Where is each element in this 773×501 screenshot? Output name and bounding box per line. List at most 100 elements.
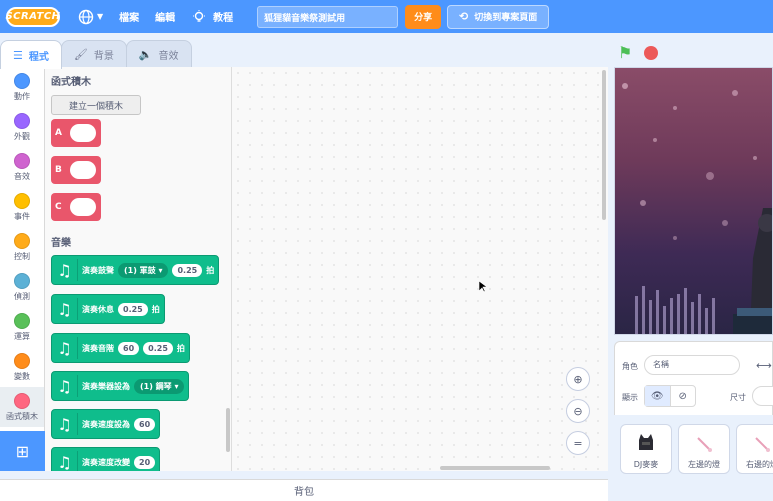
events-dot-icon: [14, 192, 30, 209]
file-menu[interactable]: 檔案: [111, 0, 147, 33]
beats-input[interactable]: 0.25: [143, 341, 173, 355]
tab-backdrops-label: 背景: [93, 51, 114, 62]
globe-icon: [78, 9, 94, 24]
switch-icon: ⟲: [459, 10, 469, 23]
visibility-toggle: 👁 ⊘: [644, 385, 696, 407]
category-motion[interactable]: 動作: [0, 67, 44, 107]
add-extension-button[interactable]: ⊞: [0, 431, 45, 471]
language-menu[interactable]: ▼: [70, 0, 111, 33]
scratch-logo[interactable]: SCRATCH: [5, 6, 60, 27]
zoom-out-button[interactable]: ⊖: [566, 399, 590, 423]
palette-scrollbar[interactable]: [226, 408, 230, 452]
see-project-page-button[interactable]: ⟲ 切換到專案頁面: [447, 4, 550, 29]
music-heading: 音樂: [51, 238, 71, 249]
backpack[interactable]: 背包: [0, 479, 608, 501]
add-extension-icon: ⊞: [15, 441, 30, 461]
chevron-down-icon: ▼: [97, 12, 104, 21]
zoom-out-icon: ⊖: [573, 404, 583, 418]
sprite-tile[interactable]: 左邊的燈: [678, 424, 730, 474]
instrument-dropdown[interactable]: (1) 鋼琴 ▾: [134, 378, 185, 394]
script-vertical-scrollbar[interactable]: [602, 70, 606, 220]
script-area[interactable]: [232, 67, 608, 471]
size-label: 尺寸: [730, 393, 746, 402]
set-tempo-block[interactable]: ♫ 演奏速度設為 60: [51, 409, 161, 439]
block-label: A: [55, 128, 62, 138]
category-menu: 動作 外觀 音效 事件 控制 偵測 運算 變數 函式積木 ♫音樂: [0, 67, 45, 459]
set-instrument-block[interactable]: ♫ 演奏樂器設為 (1) 鋼琴 ▾: [51, 371, 190, 401]
block-text: 演奏鼓聲: [82, 265, 114, 275]
rest-block[interactable]: ♫ 演奏休息 0.25 拍: [51, 294, 165, 324]
category-label: 運算: [14, 331, 30, 341]
menu-bar: SCRATCH ▼ 檔案 編輯 教程 狐狸貓音樂祭測試用 分享 ⟲ 切換到專案頁…: [0, 0, 773, 33]
right-light-thumbnail: [755, 437, 770, 452]
play-note-block[interactable]: ♫ 演奏音階 60 0.25 拍: [51, 333, 190, 363]
category-control[interactable]: 控制: [0, 227, 44, 267]
sound-dot-icon: [14, 152, 30, 169]
block-slot: [69, 124, 96, 142]
sprite-name-input[interactable]: 名稱: [644, 355, 740, 375]
beats-input[interactable]: 0.25: [172, 263, 203, 277]
beats-input[interactable]: 0.25: [118, 302, 148, 316]
category-my-blocks[interactable]: 函式積木: [0, 387, 44, 427]
zoom-in-button[interactable]: ⊕: [566, 367, 590, 391]
hide-eye-icon[interactable]: ⊘: [669, 386, 696, 406]
tempo-input[interactable]: 60: [134, 417, 156, 431]
music-note-icon: ♫: [56, 298, 78, 320]
category-operators[interactable]: 運算: [0, 307, 44, 347]
music-note-icon: ♫: [56, 375, 78, 397]
category-looks[interactable]: 外觀: [0, 107, 44, 147]
category-sound[interactable]: 音效: [0, 147, 44, 187]
looks-dot-icon: [14, 112, 30, 129]
category-sensing[interactable]: 偵測: [0, 267, 44, 307]
my-blocks-dot-icon: [14, 392, 30, 409]
block-label: C: [55, 202, 62, 212]
left-light-thumbnail: [697, 437, 712, 452]
sprite-tile[interactable]: DJ麥麥: [620, 424, 672, 474]
see-project-page-label: 切換到專案頁面: [474, 13, 538, 23]
my-blocks-heading: 函式積木: [51, 77, 91, 88]
make-a-block-button[interactable]: 建立一個積木: [51, 95, 141, 115]
play-drum-block[interactable]: ♫ 演奏鼓聲 (1) 軍鼓 ▾ 0.25 拍: [51, 255, 220, 285]
zoom-in-icon: ⊕: [573, 372, 583, 386]
brush-icon: 🖌: [73, 48, 88, 61]
note-input[interactable]: 60: [118, 341, 140, 355]
show-label: 顯示: [622, 393, 638, 402]
category-label: 函式積木: [6, 411, 38, 421]
change-tempo-block[interactable]: ♫ 演奏速度改變 20: [51, 447, 161, 471]
tab-backdrops[interactable]: 🖌 背景: [60, 40, 127, 68]
size-input[interactable]: [752, 386, 773, 406]
music-note-icon: ♫: [56, 413, 78, 435]
tempo-change-input[interactable]: 20: [134, 455, 156, 469]
stop-icon[interactable]: [644, 46, 658, 60]
code-icon: ☰: [13, 48, 23, 62]
custom-block-a[interactable]: A: [51, 119, 101, 147]
tutorials-menu[interactable]: 教程: [183, 0, 241, 33]
stage-header: ⚑: [612, 40, 773, 66]
green-flag-icon[interactable]: ⚑: [618, 45, 634, 61]
share-button[interactable]: 分享: [405, 4, 442, 29]
edit-menu[interactable]: 編輯: [147, 0, 183, 33]
zoom-reset-button[interactable]: =: [566, 431, 590, 455]
tab-code[interactable]: ☰ 程式: [0, 40, 62, 69]
stage[interactable]: [614, 67, 773, 335]
project-title-input[interactable]: 狐狸貓音樂祭測試用: [257, 5, 399, 28]
sprite-tile[interactable]: 右邊的燈: [736, 424, 773, 474]
block-suffix: 拍: [151, 304, 160, 314]
editor-tabs: ☰ 程式 🖌 背景 🔈 音效: [0, 40, 192, 69]
custom-block-c[interactable]: C: [51, 193, 101, 221]
block-label: B: [55, 165, 62, 175]
tab-sounds[interactable]: 🔈 音效: [125, 40, 192, 68]
sprite-name: DJ麥麥: [633, 460, 659, 469]
category-events[interactable]: 事件: [0, 187, 44, 227]
control-dot-icon: [14, 232, 30, 249]
music-note-icon: ♫: [56, 451, 78, 471]
custom-block-b[interactable]: B: [51, 156, 101, 184]
category-variables[interactable]: 變數: [0, 347, 44, 387]
script-horizontal-scrollbar[interactable]: [440, 466, 550, 470]
category-label: 控制: [14, 251, 30, 261]
drum-dropdown[interactable]: (1) 軍鼓 ▾: [118, 262, 169, 278]
category-label: 音效: [14, 171, 30, 181]
category-label: 外觀: [14, 131, 30, 141]
tab-code-label: 程式: [28, 51, 49, 63]
show-eye-icon[interactable]: 👁: [645, 386, 670, 406]
